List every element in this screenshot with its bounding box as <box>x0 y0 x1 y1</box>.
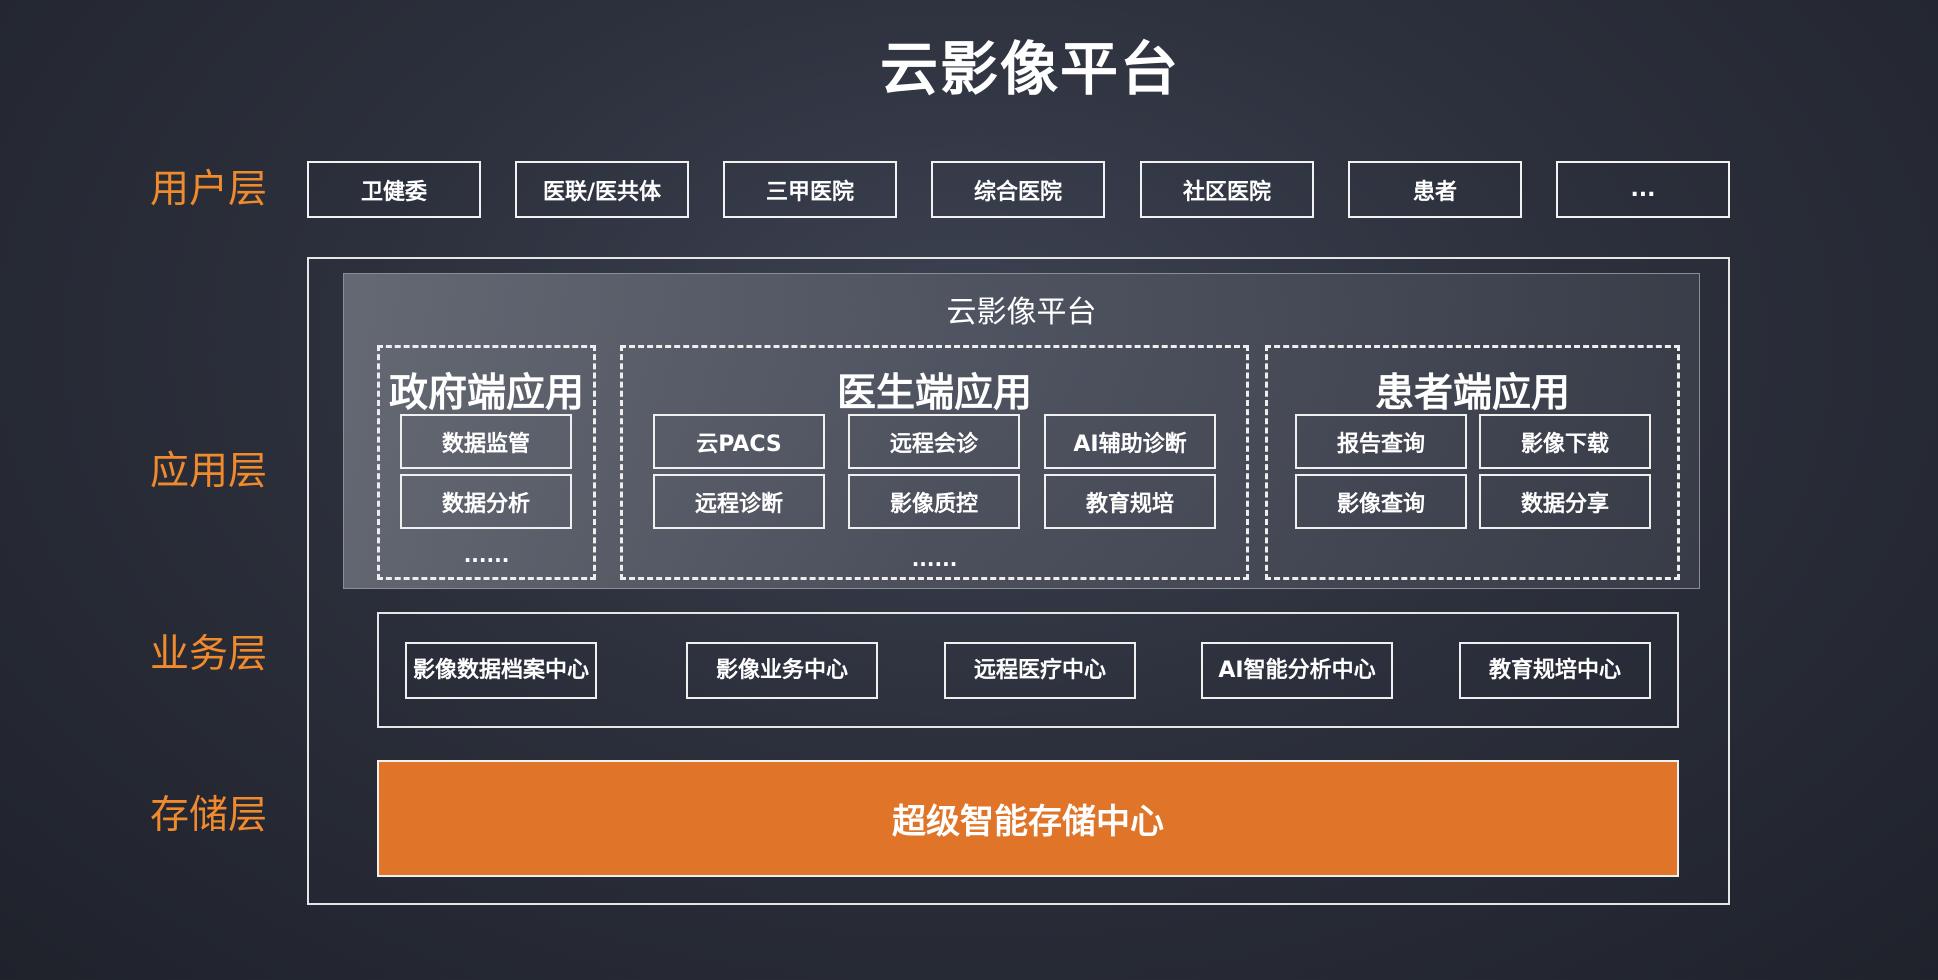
app-box-data-sharing: 数据分享 <box>1479 474 1651 529</box>
app-box-image-download: 影像下载 <box>1479 414 1651 469</box>
user-box-tertiary-hospital: 三甲医院 <box>723 161 897 218</box>
app-box-image-quality-control: 影像质控 <box>848 474 1020 529</box>
government-app-title: 政府端应用 <box>388 371 584 416</box>
doctor-app-title: 医生端应用 <box>836 371 1032 416</box>
layer-label-storage: 存储层 <box>150 793 268 838</box>
storage-center-box: 超级智能存储中心 <box>377 760 1679 877</box>
government-more-ellipsis: ...... <box>463 543 510 567</box>
doctor-more-ellipsis: ...... <box>911 547 958 571</box>
user-box-more: ... <box>1556 161 1730 218</box>
app-box-data-analysis: 数据分析 <box>400 474 572 529</box>
app-box-cloud-pacs: 云PACS <box>653 414 825 469</box>
app-box-report-query: 报告查询 <box>1295 414 1467 469</box>
app-box-remote-diagnosis: 远程诊断 <box>653 474 825 529</box>
biz-box-image-business-center: 影像业务中心 <box>686 642 878 699</box>
user-box-patient: 患者 <box>1348 161 1522 218</box>
app-box-education-training: 教育规培 <box>1044 474 1216 529</box>
app-panel-title: 云影像平台 <box>946 295 1097 330</box>
layer-label-business: 业务层 <box>150 632 268 677</box>
app-box-remote-consultation: 远程会诊 <box>848 414 1020 469</box>
patient-app-title: 患者端应用 <box>1374 371 1570 416</box>
biz-box-ai-analysis-center: AI智能分析中心 <box>1201 642 1393 699</box>
user-box-medical-alliance: 医联/医共体 <box>515 161 689 218</box>
biz-box-telemedicine-center: 远程医疗中心 <box>944 642 1136 699</box>
user-box-health-commission: 卫健委 <box>307 161 481 218</box>
biz-box-image-archive-center: 影像数据档案中心 <box>405 642 597 699</box>
page-title: 云影像平台 <box>879 35 1180 103</box>
user-box-general-hospital: 综合医院 <box>931 161 1105 218</box>
app-box-ai-diagnosis: AI辅助诊断 <box>1044 414 1216 469</box>
user-box-community-hospital: 社区医院 <box>1140 161 1314 218</box>
layer-label-app: 应用层 <box>150 449 268 494</box>
app-box-data-supervision: 数据监管 <box>400 414 572 469</box>
layer-label-user: 用户层 <box>150 167 268 212</box>
app-box-image-query: 影像查询 <box>1295 474 1467 529</box>
biz-box-education-training-center: 教育规培中心 <box>1459 642 1651 699</box>
